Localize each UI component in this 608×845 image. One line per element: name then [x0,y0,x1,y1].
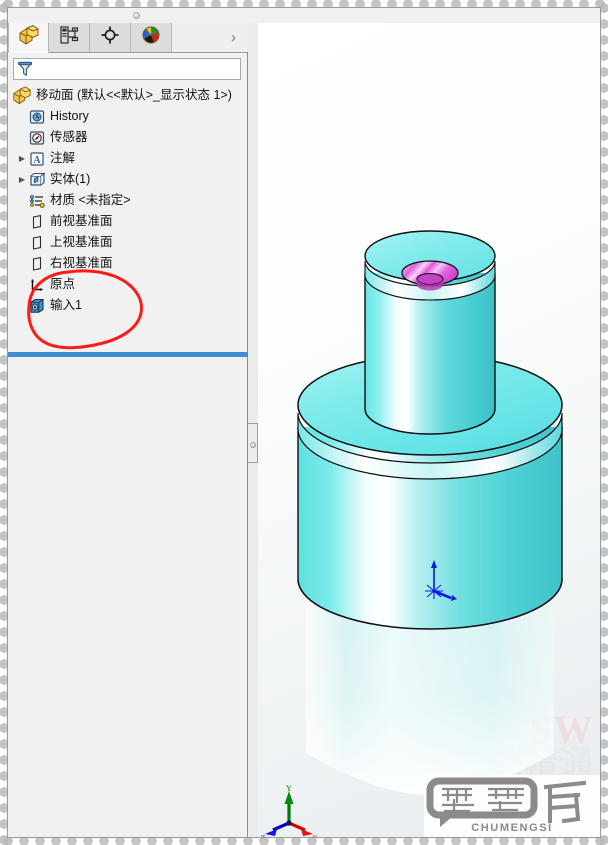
tree-node-label: 注解 [50,151,76,165]
tabstrip-overflow-button[interactable]: › [172,23,248,52]
plane-icon [28,255,46,273]
chevron-right-icon: › [231,29,236,46]
tree-filter-input[interactable] [34,58,240,80]
tree-filter-bar[interactable] [13,58,241,80]
tree-node-label: History [50,109,89,123]
rollback-bar[interactable] [8,352,248,357]
tree-node-origin[interactable]: 原点 [8,274,248,295]
manager-tabstrip: › [8,23,248,53]
tree-node-label: 前视基准面 [50,214,113,228]
tree-node-label: 实体(1) [50,172,91,186]
watermark-logo: CHUMENGSI [424,775,600,837]
tree-node-label: 上视基准面 [50,235,113,249]
history-icon [28,108,46,126]
feature-tree-icon [18,24,40,50]
svg-text:Y: Y [286,784,292,793]
tree-node-sensors[interactable]: 传感器 [8,127,248,148]
tree-node-front-plane[interactable]: 前视基准面 [8,211,248,232]
model-render: Y X Z [261,230,563,838]
expand-arrow-icon[interactable]: ▶ [16,148,28,169]
solidworks-window: › 移动面 (默认<<默认>_显示状态 1>) History 传感器 ▶ A … [7,7,601,838]
panel-splitter-handle[interactable] [248,423,258,463]
panel-splitter[interactable] [248,23,258,837]
svg-text:Z: Z [261,834,266,838]
watermark-text: CHUMENGSI [471,822,553,834]
screenshot-root: › 移动面 (默认<<默认>_显示状态 1>) History 传感器 ▶ A … [0,0,608,845]
tree-node-right-plane[interactable]: 右视基准面 [8,253,248,274]
svg-text:X: X [312,834,318,838]
top-splitter[interactable] [8,8,600,24]
plane-icon [28,213,46,231]
display-manager-icon [141,25,161,50]
material-icon [28,192,46,210]
svg-text:A: A [33,155,41,166]
feature-tree: 移动面 (默认<<默认>_显示状态 1>) History 传感器 ▶ A 注解… [8,85,248,316]
feature-manager-panel: › 移动面 (默认<<默认>_显示状态 1>) History 传感器 ▶ A … [8,23,248,837]
tab-configuration-manager[interactable] [90,23,131,52]
tree-node-history[interactable]: History [8,106,248,127]
tab-display-manager[interactable] [131,23,172,52]
top-splitter-handle-dot[interactable] [133,12,140,19]
tab-property-manager[interactable] [49,23,90,52]
sensor-icon [28,129,46,147]
tree-node-label: 输入1 [50,298,82,312]
graphics-viewport[interactable]: SW 从入门到精通 [258,23,600,838]
imported-feature-icon [28,297,46,315]
coordinate-triad: Y X Z [261,784,319,838]
solid-bodies-icon [28,171,46,189]
filter-funnel-icon [16,60,34,78]
tree-node-annotations[interactable]: ▶ A 注解 [8,148,248,169]
plane-icon [28,234,46,252]
tab-feature-manager[interactable] [8,23,49,53]
tree-node-solid-bodies[interactable]: ▶ 实体(1) [8,169,248,190]
tree-node-label: 传感器 [50,130,88,144]
tree-node-material[interactable]: 材质 <未指定> [8,190,248,211]
tree-node-label: 原点 [50,277,76,291]
origin-icon [28,276,46,294]
part-icon [12,86,32,106]
tree-node-label: 右视基准面 [50,256,113,270]
tree-node-imported1[interactable]: 输入1 [8,295,248,316]
configuration-icon [100,25,120,50]
property-manager-icon [59,25,79,50]
annotation-icon: A [28,150,46,168]
tree-node-root-label: 移动面 (默认<<默认>_显示状态 1>) [36,88,232,102]
expand-arrow-icon[interactable]: ▶ [16,169,28,190]
tree-node-top-plane[interactable]: 上视基准面 [8,232,248,253]
tree-node-root[interactable]: 移动面 (默认<<默认>_显示状态 1>) [8,85,248,106]
panel-splitter-handle-dot[interactable] [250,442,256,448]
tree-node-label: 材质 <未指定> [50,193,131,207]
